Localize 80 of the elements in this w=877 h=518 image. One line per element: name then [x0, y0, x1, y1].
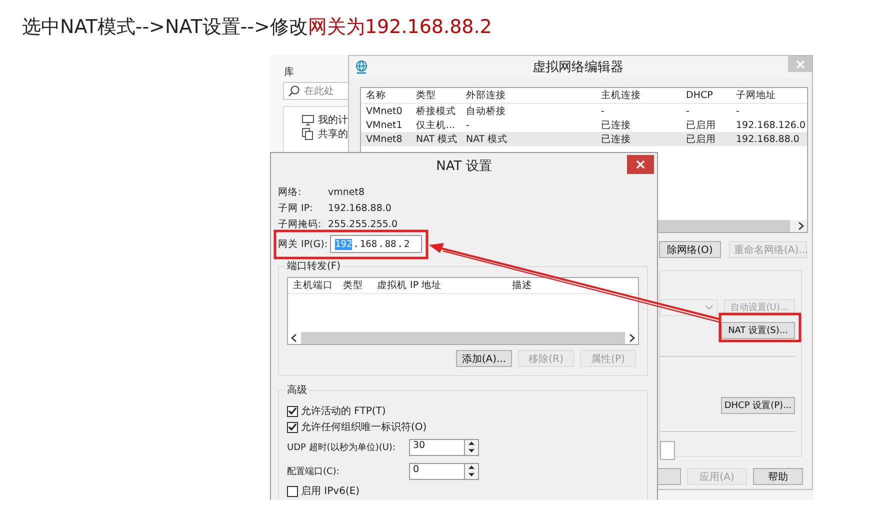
close-button[interactable]	[627, 155, 654, 174]
checkbox[interactable]	[287, 406, 298, 416]
table-cell-text: 已启用	[686, 132, 717, 146]
table-cell-text: -	[686, 106, 690, 116]
checkbox-label: 启用 IPv6(E)	[301, 484, 360, 498]
group-title: 端口转发(F)	[285, 259, 343, 273]
table-cell-text: VMnet8	[366, 134, 404, 144]
up-down-arrows-icon	[468, 464, 475, 478]
dropdown[interactable]	[660, 299, 718, 316]
table-cell-text: 桥接模式	[416, 104, 457, 118]
column-header[interactable]: 虚拟机 IP 地址	[377, 279, 512, 292]
field-value: 255.255.255.0	[328, 218, 398, 230]
number-field[interactable]: 30	[409, 438, 465, 456]
field-value: 192.168.88.0	[328, 202, 392, 214]
network-button[interactable]: 除网络(O)	[659, 241, 721, 258]
table-cell-text: 已连接	[601, 132, 632, 146]
chevron-right-icon	[629, 334, 635, 342]
field-label: 网关 IP(G):	[278, 238, 328, 250]
column-header[interactable]: 名称	[366, 89, 416, 102]
dialog-title: NAT 设置	[436, 158, 492, 174]
field-value: vmnet8	[328, 186, 365, 198]
column-header[interactable]: 子网地址	[736, 89, 813, 102]
checkbox-label: 允许任何组织唯一标识符(O)	[301, 420, 427, 434]
table-cell-text: 192.168.88.0	[736, 134, 800, 144]
table-cell-text: 192.168.126.0	[736, 120, 807, 130]
field-label: 子网掩码:	[278, 218, 322, 230]
spinner-buttons[interactable]	[465, 438, 479, 456]
column-header[interactable]: 主机连接	[601, 89, 686, 102]
group-title: 高级	[285, 383, 309, 397]
column-header[interactable]: 外部连接	[466, 89, 601, 102]
table-row[interactable]: VMnet8 NAT 模式 NAT 模式 已连接 已启用 192.168.88.0	[361, 132, 807, 146]
table-row[interactable]: VMnet1 仅主机... - 已连接 已启用 192.168.126.0	[361, 118, 807, 132]
column-header[interactable]: 描述	[512, 279, 622, 292]
table-cell-text: 已启用	[686, 118, 717, 132]
gateway-ip-field[interactable]: 192.168.88.2	[330, 235, 422, 253]
input-field[interactable]	[660, 441, 675, 460]
chevron-left-icon	[291, 334, 297, 342]
table-cell-text: NAT 模式	[416, 132, 459, 146]
chevron-right-icon	[798, 222, 804, 230]
close-icon	[796, 60, 804, 68]
nat-settings-button[interactable]: NAT 设置(S)...	[721, 322, 795, 339]
number-field[interactable]: 0	[409, 462, 465, 480]
library-item[interactable]: 共享的	[302, 127, 349, 141]
table-cell-text: 自动桥接	[466, 104, 507, 118]
spinner-buttons[interactable]	[465, 462, 479, 480]
checkbox[interactable]	[287, 486, 298, 496]
table-cell-text: NAT 模式	[466, 132, 509, 146]
table-cell-text: 仅主机...	[416, 118, 456, 132]
checkbox-label: 允许活动的 FTP(T)	[301, 404, 386, 418]
column-header[interactable]: DHCP	[686, 90, 736, 101]
table-cell-text: VMnet1	[366, 120, 404, 130]
table-cell-text: -	[601, 106, 606, 116]
field-label: 网络:	[278, 186, 302, 198]
footer-button[interactable]: 帮助	[753, 468, 803, 485]
monitor-icon	[302, 114, 314, 126]
close-icon	[636, 160, 645, 169]
search-icon	[288, 85, 300, 97]
library-title: 库	[283, 66, 295, 79]
table-cell-text: -	[736, 106, 740, 116]
field-label: 配置端口(C):	[287, 466, 340, 478]
column-header[interactable]: 类型	[343, 279, 377, 292]
dhcp-settings-button[interactable]: DHCP 设置(P)...	[721, 397, 795, 414]
column-header[interactable]: 类型	[416, 89, 466, 102]
search-field[interactable]: 在此处	[283, 82, 350, 100]
table-row[interactable]: VMnet0 桥接模式 自动桥接 - - -	[361, 104, 807, 118]
library-item[interactable]: 我的计	[302, 113, 349, 127]
field-label: 子网 IP:	[278, 202, 314, 214]
port-button[interactable]: 添加(A)...	[456, 350, 512, 367]
table-cell-text: 已连接	[601, 118, 632, 132]
chevron-down-icon	[704, 305, 713, 310]
checkbox[interactable]	[287, 422, 298, 432]
globe-icon	[355, 60, 368, 74]
column-header[interactable]: 主机端口	[293, 279, 343, 292]
field-label: UDP 超时(以秒为单位)(U):	[287, 442, 396, 454]
table-cell-text: VMnet0	[366, 106, 404, 116]
documents-icon	[302, 128, 314, 140]
window-title: 虚拟网络编辑器	[532, 59, 624, 76]
table-cell-text: -	[466, 120, 470, 130]
instruction-heading: 选中NAT模式-->NAT设置-->修改网关为192.168.88.2	[22, 15, 492, 40]
up-down-arrows-icon	[468, 440, 475, 454]
